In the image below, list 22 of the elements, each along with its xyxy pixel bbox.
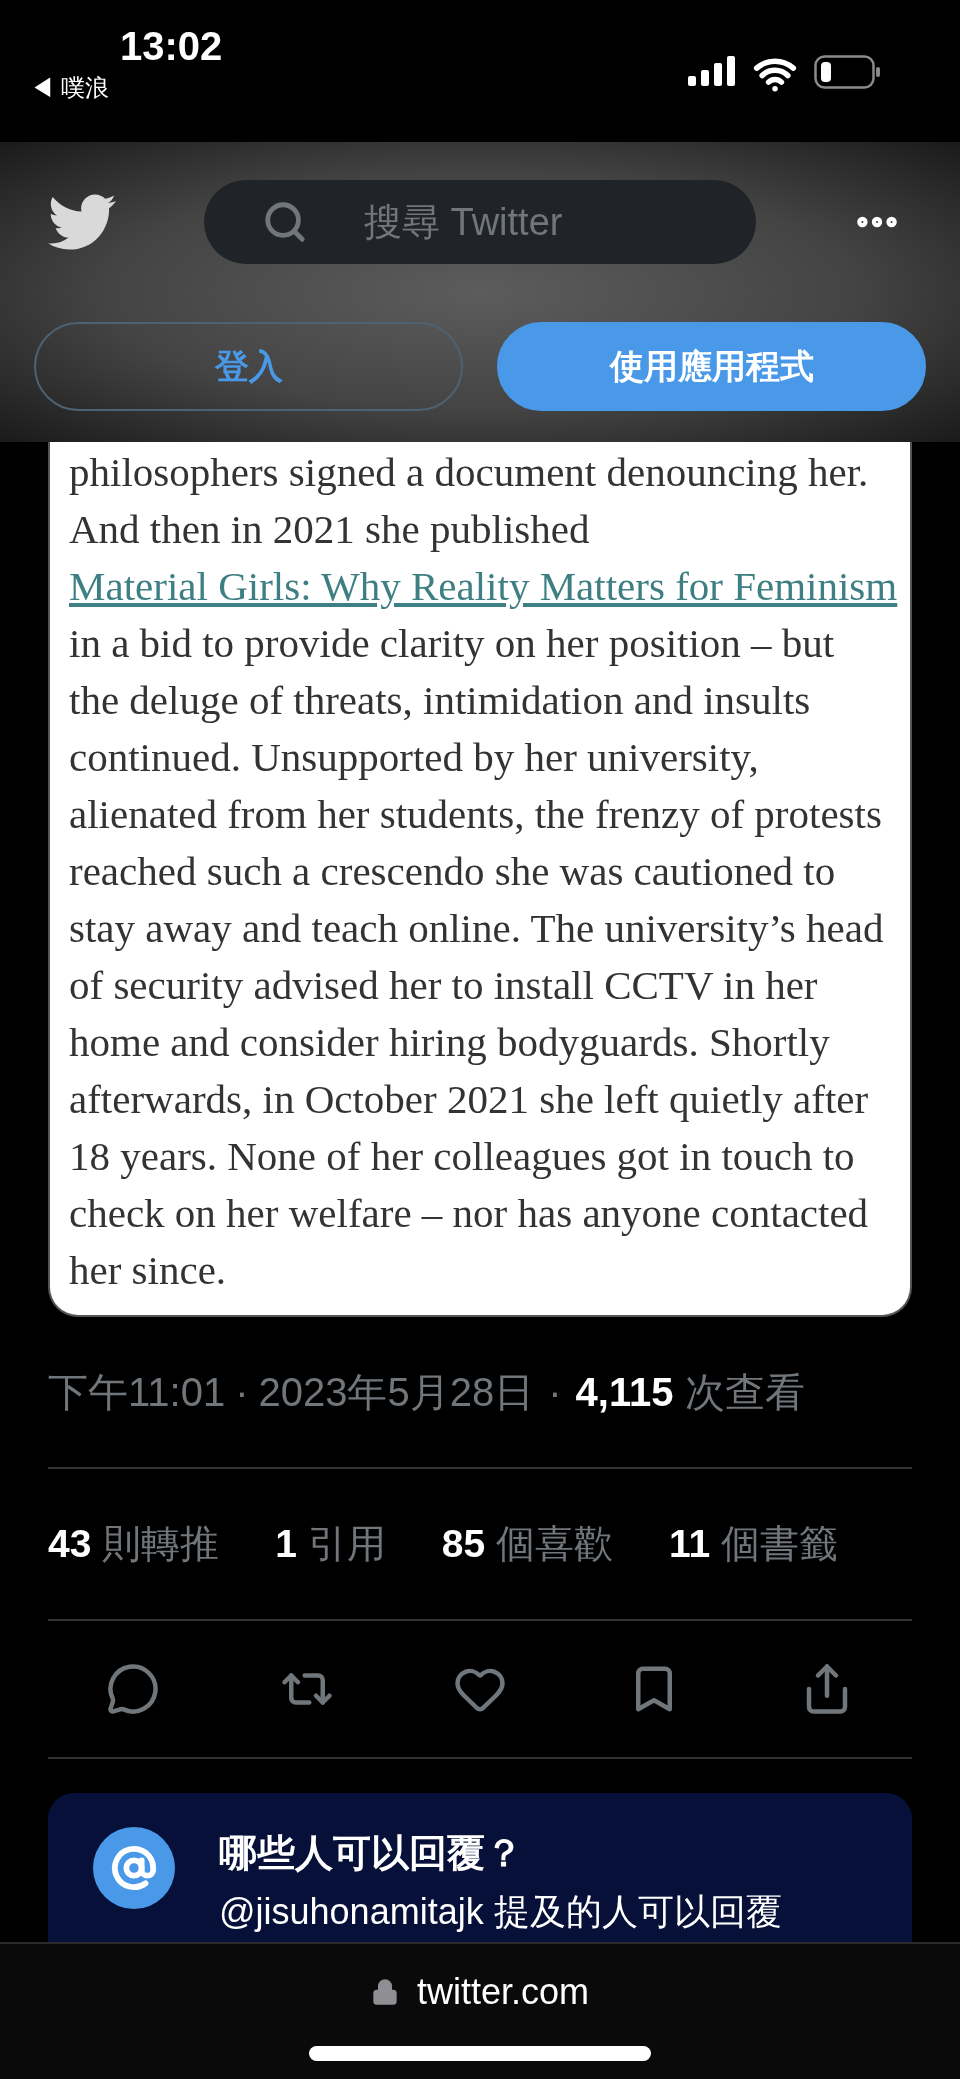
tweet-time: 下午11:01 bbox=[48, 1369, 226, 1416]
book-title-link[interactable]: Material Girls: Why Reality Matters for Feminism bbox=[69, 563, 898, 609]
separator-dot: · bbox=[548, 1369, 562, 1416]
search-field[interactable]: 搜尋 Twitter bbox=[204, 180, 756, 264]
views-label: 次查看 bbox=[685, 1369, 806, 1416]
url-address[interactable]: twitter.com bbox=[416, 1974, 589, 2010]
search-icon bbox=[262, 199, 308, 245]
engagement-stat-link[interactable]: 11 個書籤 bbox=[669, 1514, 839, 1574]
separator-dot: · bbox=[235, 1369, 249, 1416]
engagement-stat-link[interactable]: 1 引用 bbox=[275, 1514, 386, 1574]
clock-time: 13:02 bbox=[120, 26, 223, 66]
view-count: 4,115 bbox=[575, 1369, 674, 1416]
reply-icon[interactable] bbox=[106, 1662, 160, 1716]
signal-icon bbox=[688, 56, 736, 86]
engagement-stat-link[interactable]: 43 則轉推 bbox=[48, 1514, 220, 1574]
reply-settings-description: @jisuhonamitajk 提及的人可以回覆 bbox=[219, 1890, 782, 1934]
battery-icon bbox=[814, 55, 880, 89]
tweet-date: 2023年5月28日 bbox=[258, 1369, 535, 1416]
lock-icon bbox=[370, 1978, 399, 2006]
engagement-stat-link[interactable]: 85 個喜歡 bbox=[441, 1514, 613, 1574]
back-to-app-link[interactable]: ◀ 噗浪 bbox=[30, 76, 109, 100]
reply-settings-title: 哪些人可以回覆？ bbox=[219, 1831, 524, 1876]
